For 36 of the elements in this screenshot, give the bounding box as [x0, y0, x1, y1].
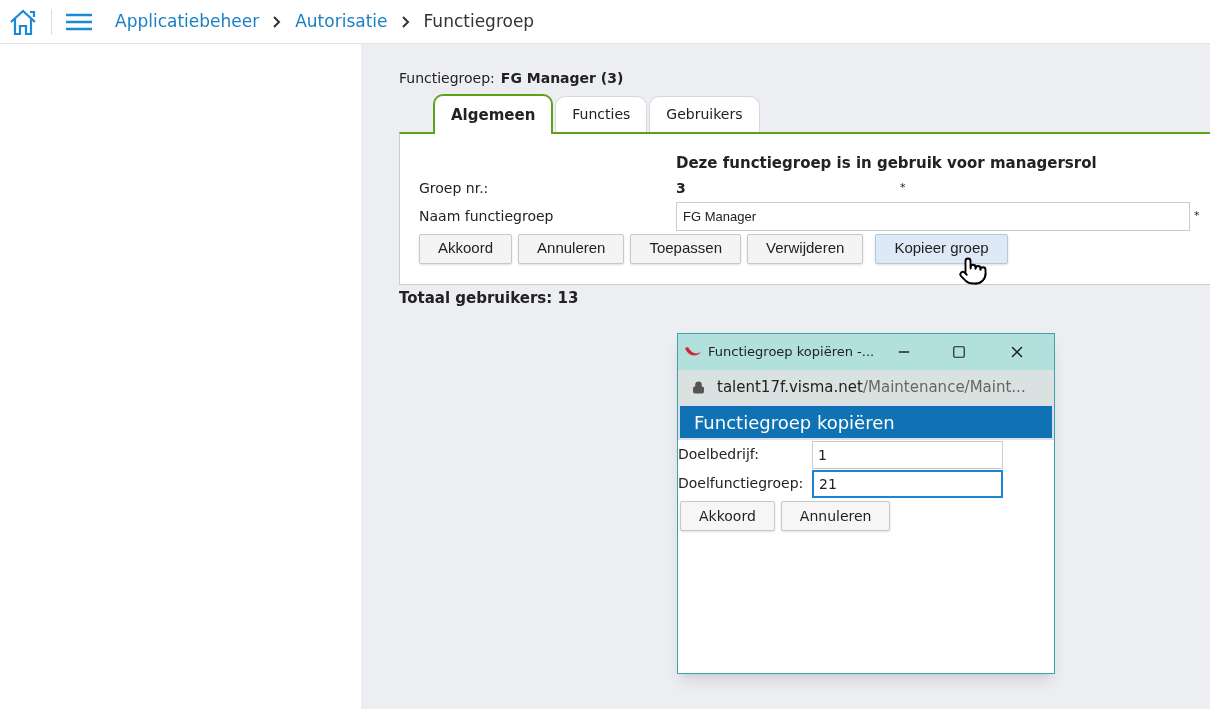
menu-icon[interactable] [65, 11, 93, 32]
action-button[interactable]: Toepassen [630, 233, 741, 264]
maximize-icon[interactable] [952, 345, 966, 359]
dialog-heading: Functiegroep kopiëren [694, 410, 895, 435]
chevron-icon [401, 15, 410, 28]
dialog-button[interactable]: Akkoord [680, 501, 775, 531]
breadcrumb-current: Functiegroep [423, 9, 535, 33]
total-users: Totaal gebruikers: 13 [399, 288, 579, 307]
dialog-button[interactable]: Annuleren [780, 501, 891, 531]
field-label: Groep nr.: [419, 179, 490, 198]
tab[interactable]: Functies [555, 96, 648, 132]
text-input[interactable]: 1 [812, 440, 1003, 469]
action-button[interactable]: Annuleren [518, 233, 625, 264]
url-text: talent17f.visma.net/Maintenance/Maint... [717, 376, 1026, 398]
name-input[interactable]: FG Manager [676, 202, 1190, 231]
breadcrumb-link[interactable]: Autorisatie [295, 8, 388, 35]
required-mark: * [900, 180, 906, 197]
tab[interactable]: Gebruikers [649, 96, 760, 132]
window-title: Functiegroep kopiëren -... [708, 343, 876, 362]
field-label: Doelbedrijf: [678, 445, 760, 464]
action-button[interactable]: Kopieer groep [875, 233, 1008, 264]
tab[interactable]: Algemeen [433, 94, 554, 134]
required-mark: * [1194, 208, 1200, 225]
action-button[interactable]: Akkoord [419, 233, 513, 264]
action-button[interactable]: Verwijderen [747, 233, 864, 264]
chevron-icon [273, 15, 282, 28]
header-label: Functiegroep: [399, 68, 495, 88]
field-value: 3 [676, 179, 687, 198]
field-label: Doelfunctiegroep: [678, 474, 805, 493]
text-input[interactable]: 21 [812, 469, 1003, 498]
breadcrumb-link[interactable]: Applicatiebeheer [115, 8, 260, 35]
notice-text: Deze functiegroep is in gebruik voor managersrol [676, 154, 1097, 172]
field-label: Naam functiegroep [419, 207, 555, 226]
header-value: FG Manager (3) [500, 68, 624, 88]
lock-icon [692, 380, 705, 394]
app-logo-icon [684, 346, 702, 358]
